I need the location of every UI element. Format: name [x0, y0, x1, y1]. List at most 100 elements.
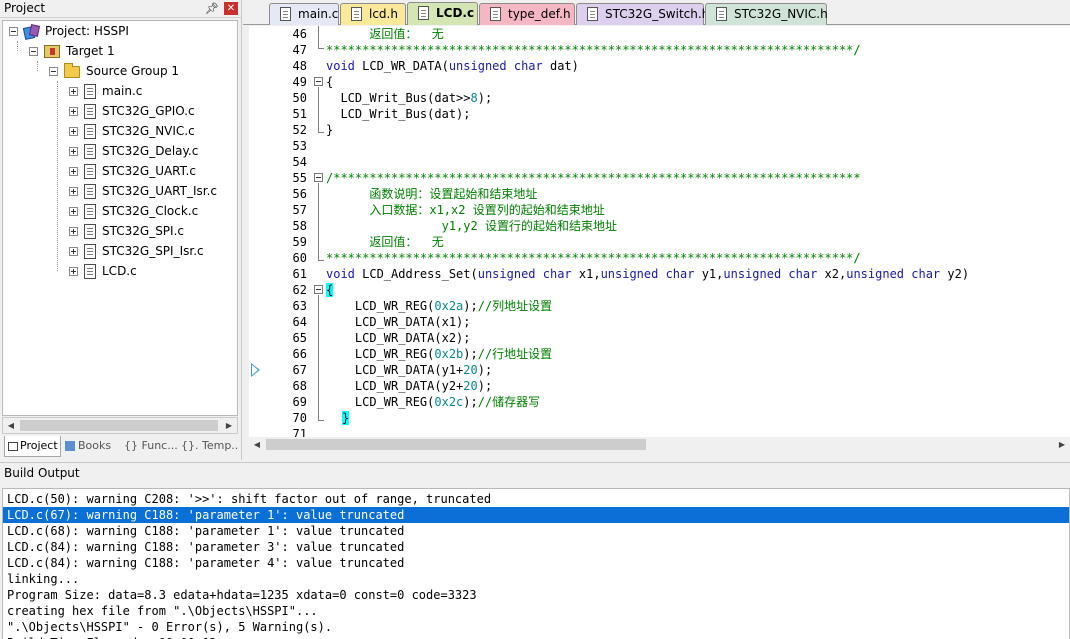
- collapse-icon[interactable]: [49, 67, 58, 76]
- tab-project[interactable]: Project: [4, 436, 61, 457]
- tree-target-node[interactable]: Target 1: [29, 41, 115, 61]
- code-line-52[interactable]: }: [326, 122, 333, 138]
- code-line-69[interactable]: LCD_WR_REG(0x2c);//储存器写: [326, 394, 540, 410]
- tab-templates[interactable]: {}. Temp...: [178, 436, 238, 457]
- ide-window: Project 📌︎ ✕ Project: HSSPI Target 1 Sou…: [0, 0, 1070, 639]
- expand-icon[interactable]: [69, 227, 78, 236]
- expand-icon[interactable]: [69, 147, 78, 156]
- code-token: );: [463, 299, 478, 313]
- code-line-63[interactable]: LCD_WR_REG(0x2a);//列地址设置: [326, 298, 552, 314]
- collapse-icon[interactable]: [29, 47, 38, 56]
- build-output-line[interactable]: LCD.c(50): warning C208: '>>': shift fac…: [3, 491, 1069, 507]
- code-line-46[interactable]: 返回值： 无: [326, 26, 443, 42]
- line-number: 69: [292, 395, 307, 409]
- code-line-68[interactable]: LCD_WR_DATA(y2+20);: [326, 378, 492, 394]
- line-number: 48: [292, 59, 307, 73]
- code-line-48[interactable]: void LCD_WR_DATA(unsigned char dat): [326, 58, 579, 74]
- build-output-line[interactable]: LCD.c(84): warning C188: 'parameter 3': …: [3, 539, 1069, 555]
- code-line-62[interactable]: {: [326, 282, 334, 298]
- code-line-58[interactable]: y1,y2 设置行的起始和结束地址: [326, 218, 617, 234]
- line-number: 50: [292, 91, 307, 105]
- scroll-left-icon[interactable]: ◀: [249, 437, 265, 452]
- scroll-left-icon[interactable]: ◀: [3, 418, 19, 433]
- build-output-text[interactable]: LCD.c(50): warning C208: '>>': shift fac…: [2, 488, 1070, 639]
- tree-file-item[interactable]: LCD.c: [69, 261, 137, 281]
- file-tab-stc32g-switch-h[interactable]: STC32G_Switch.h: [576, 3, 709, 25]
- fold-end: [318, 420, 324, 421]
- build-output-line[interactable]: LCD.c(68): warning C188: 'parameter 1': …: [3, 523, 1069, 539]
- tree-horizontal-scrollbar[interactable]: ◀ ▶: [2, 417, 238, 434]
- code-line-60[interactable]: ****************************************…: [326, 250, 861, 266]
- code-editor[interactable]: 46 47 48 49 50 51 52 53 54 55 56 57 58 59 60 61 62 63 64 65…: [249, 26, 1070, 437]
- expand-icon[interactable]: [69, 247, 78, 256]
- expand-icon[interactable]: [69, 187, 78, 196]
- editor-horizontal-scrollbar[interactable]: ◀ ▶: [249, 437, 1070, 454]
- code-token: unsigned char: [600, 267, 695, 281]
- tree-file-label: LCD.c: [102, 264, 137, 278]
- expand-icon[interactable]: [69, 127, 78, 136]
- scroll-right-icon[interactable]: ▶: [1054, 437, 1070, 452]
- code-line-55[interactable]: /***************************************…: [326, 170, 861, 186]
- tree-project-node[interactable]: Project: HSSPI: [9, 21, 129, 41]
- build-output-line[interactable]: creating hex file from ".\Objects\HSSPI"…: [3, 603, 1069, 619]
- tree-file-item[interactable]: main.c: [69, 81, 142, 101]
- tab-functions[interactable]: {} Func...: [121, 436, 177, 457]
- fold-end: [318, 260, 324, 261]
- code-line-66[interactable]: LCD_WR_REG(0x2b);//行地址设置: [326, 346, 552, 362]
- expand-icon[interactable]: [69, 167, 78, 176]
- tree-file-label: STC32G_SPI.c: [102, 224, 184, 238]
- tree-group-node[interactable]: Source Group 1: [49, 61, 179, 81]
- fold-toggle-icon[interactable]: [314, 285, 323, 294]
- tree-file-item[interactable]: STC32G_SPI_Isr.c: [69, 241, 204, 261]
- tree-file-item[interactable]: STC32G_SPI.c: [69, 221, 184, 241]
- file-tab-type-def-h[interactable]: type_def.h: [479, 3, 575, 25]
- tree-file-item[interactable]: STC32G_Clock.c: [69, 201, 198, 221]
- code-line-64[interactable]: LCD_WR_DATA(x1);: [326, 314, 471, 330]
- close-icon[interactable]: ✕: [224, 2, 238, 15]
- fold-toggle-icon[interactable]: [314, 173, 323, 182]
- code-line-59[interactable]: 返回值： 无: [326, 234, 443, 250]
- build-output-line[interactable]: Program Size: data=8.3 edata+hdata=1235 …: [3, 587, 1069, 603]
- tree-file-item[interactable]: STC32G_UART.c: [69, 161, 196, 181]
- expand-icon[interactable]: [69, 107, 78, 116]
- code-line-70[interactable]: }: [342, 410, 350, 426]
- file-tab-lcd-c[interactable]: LCD.c: [407, 2, 478, 25]
- file-tab-stc32g-nvic-h[interactable]: STC32G_NVIC.h: [705, 3, 828, 25]
- build-output-line[interactable]: linking...: [3, 571, 1069, 587]
- project-panel: Project 📌︎ ✕ Project: HSSPI Target 1 Sou…: [0, 0, 242, 460]
- expand-icon[interactable]: [69, 87, 78, 96]
- pin-icon[interactable]: 📌︎: [205, 0, 219, 17]
- scroll-right-icon[interactable]: ▶: [221, 418, 237, 433]
- build-output-title: Build Output: [4, 466, 80, 480]
- file-tab-main-c[interactable]: main.c: [269, 3, 339, 25]
- code-line-56[interactable]: 函数说明：设置起始和结束地址: [326, 186, 537, 202]
- code-line-61[interactable]: void LCD_Address_Set(unsigned char x1,un…: [326, 266, 969, 282]
- file-tab-lcd-h[interactable]: lcd.h: [340, 3, 406, 25]
- scroll-thumb[interactable]: [20, 420, 218, 431]
- tree-file-item[interactable]: STC32G_NVIC.c: [69, 121, 195, 141]
- expand-icon[interactable]: [69, 267, 78, 276]
- code-line-49[interactable]: {: [326, 74, 333, 90]
- code-line-50[interactable]: LCD_Writ_Bus(dat>>8);: [326, 90, 492, 106]
- build-output-line[interactable]: LCD.c(84): warning C188: 'parameter 4': …: [3, 555, 1069, 571]
- fold-toggle-icon[interactable]: [314, 77, 323, 86]
- build-output-line[interactable]: ".\Objects\HSSPI" - 0 Error(s), 5 Warnin…: [3, 619, 1069, 635]
- code-comment: //列地址设置: [477, 299, 553, 313]
- code-line-47[interactable]: ****************************************…: [326, 42, 861, 58]
- tree-file-item[interactable]: STC32G_GPIO.c: [69, 101, 195, 121]
- collapse-icon[interactable]: [9, 27, 18, 36]
- code-line-65[interactable]: LCD_WR_DATA(x2);: [326, 330, 471, 346]
- project-icon: [24, 25, 39, 39]
- tab-books[interactable]: Books: [62, 436, 120, 457]
- tree-file-item[interactable]: STC32G_Delay.c: [69, 141, 198, 161]
- file-icon: [84, 184, 96, 199]
- scroll-thumb[interactable]: [266, 439, 646, 450]
- code-token: );: [463, 347, 478, 361]
- build-output-line[interactable]: LCD.c(67): warning C188: 'parameter 1': …: [3, 507, 1069, 523]
- code-line-51[interactable]: LCD_Writ_Bus(dat);: [326, 106, 470, 122]
- code-line-67[interactable]: LCD_WR_DATA(y1+20);: [326, 362, 492, 378]
- code-line-57[interactable]: 入口数据：x1,x2 设置列的起始和结束地址: [326, 202, 604, 218]
- expand-icon[interactable]: [69, 207, 78, 216]
- tree-file-item[interactable]: STC32G_UART_Isr.c: [69, 181, 217, 201]
- build-output-line[interactable]: Build Time Elapsed: 00:00:02: [3, 635, 1069, 639]
